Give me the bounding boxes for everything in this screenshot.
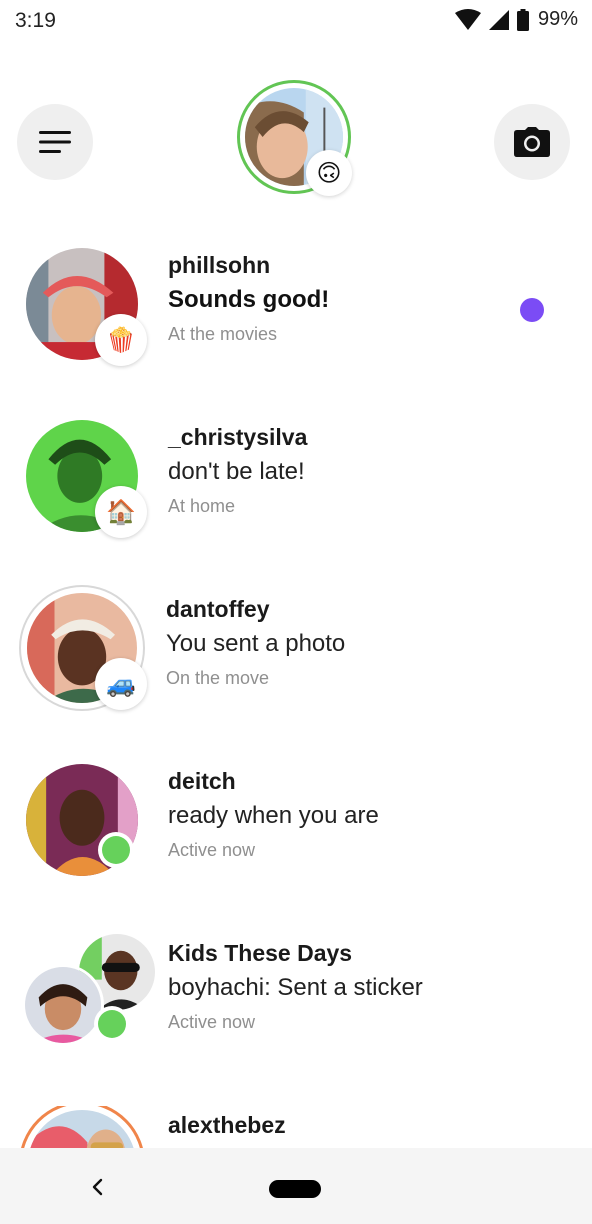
conversation-text: _christysilva don't be late! At home [168, 422, 307, 520]
contact-name: deitch [168, 768, 236, 794]
profile-status-emoji: 🙃 [316, 159, 342, 187]
avatar-container [22, 762, 147, 887]
status-badge: 🍿 [95, 314, 147, 366]
last-message: You sent a photo [166, 630, 346, 657]
system-nav-bar [0, 1148, 592, 1224]
home-pill-icon[interactable] [269, 1180, 321, 1198]
cellular-signal-icon [488, 9, 509, 30]
last-message: don't be late! [168, 458, 305, 485]
group-avatar-container [22, 931, 158, 1059]
avatar-container: 🏠 [22, 418, 147, 543]
back-button[interactable] [82, 1172, 112, 1202]
battery-percentage: 99% [537, 8, 578, 30]
conversation-text: dantoffey You sent a photo On the move [166, 594, 345, 692]
wifi-icon [454, 8, 481, 30]
battery-icon [516, 8, 529, 31]
conversation-row[interactable]: 🏠 _christysilva don't be late! At home [0, 418, 592, 568]
status-time: 3:19 [15, 9, 56, 32]
status-icons: 99% [454, 8, 578, 31]
active-indicator [98, 832, 134, 868]
menu-button[interactable] [17, 104, 93, 180]
conversation-row[interactable]: 🍿 phillsohn Sounds good! At the movies [0, 246, 592, 396]
contact-name: alexthebez [168, 1112, 286, 1138]
avatar-container: 🍿 [22, 246, 147, 371]
contact-status: On the move [166, 668, 270, 688]
conversation-text: Kids These Days boyhachi: Sent a sticker… [168, 938, 423, 1036]
avatar-container [19, 1106, 147, 1148]
last-message: boyhachi: Sent a sticker [168, 974, 423, 1001]
house-icon: 🏠 [106, 498, 136, 526]
unread-indicator [520, 298, 544, 322]
status-bar: 3:19 99% [0, 0, 592, 40]
conversation-row[interactable]: Kids These Days boyhachi: Sent a sticker… [0, 931, 592, 1084]
conversation-text: deitch ready when you are Active now [168, 766, 379, 864]
last-message: ready when you are [168, 802, 379, 829]
back-chevron-icon [92, 1178, 103, 1196]
conversation-row[interactable]: alexthebez [0, 1106, 592, 1148]
menu-icon [39, 131, 71, 153]
active-indicator [94, 1006, 130, 1042]
contact-status: At the movies [168, 324, 278, 344]
conversation-row[interactable]: deitch ready when you are Active now [0, 762, 592, 912]
conversation-text: alexthebez [168, 1110, 286, 1140]
camera-button[interactable] [494, 104, 570, 180]
group-member-avatar [22, 964, 104, 1046]
status-badge: 🚙 [95, 658, 147, 710]
contact-name: _christysilva [168, 424, 308, 450]
profile-status-badge[interactable]: 🙃 [306, 150, 352, 196]
avatar [28, 1110, 136, 1148]
last-message: Sounds good! [168, 286, 330, 313]
contact-status: Active now [168, 840, 256, 860]
car-icon: 🚙 [106, 670, 136, 698]
contact-name: Kids These Days [168, 940, 353, 966]
contact-status: Active now [168, 1012, 256, 1032]
popcorn-icon: 🍿 [106, 326, 136, 354]
avatar-container: 🚙 [19, 585, 147, 715]
avatar-story-ring [19, 1106, 145, 1148]
contact-status: At home [168, 496, 236, 516]
conversation-text: phillsohn Sounds good! At the movies [168, 250, 329, 348]
status-badge: 🏠 [95, 486, 147, 538]
camera-icon [514, 127, 550, 157]
conversation-row[interactable]: 🚙 dantoffey You sent a photo On the move [0, 585, 592, 740]
contact-name: phillsohn [168, 252, 271, 278]
contact-name: dantoffey [166, 596, 270, 622]
